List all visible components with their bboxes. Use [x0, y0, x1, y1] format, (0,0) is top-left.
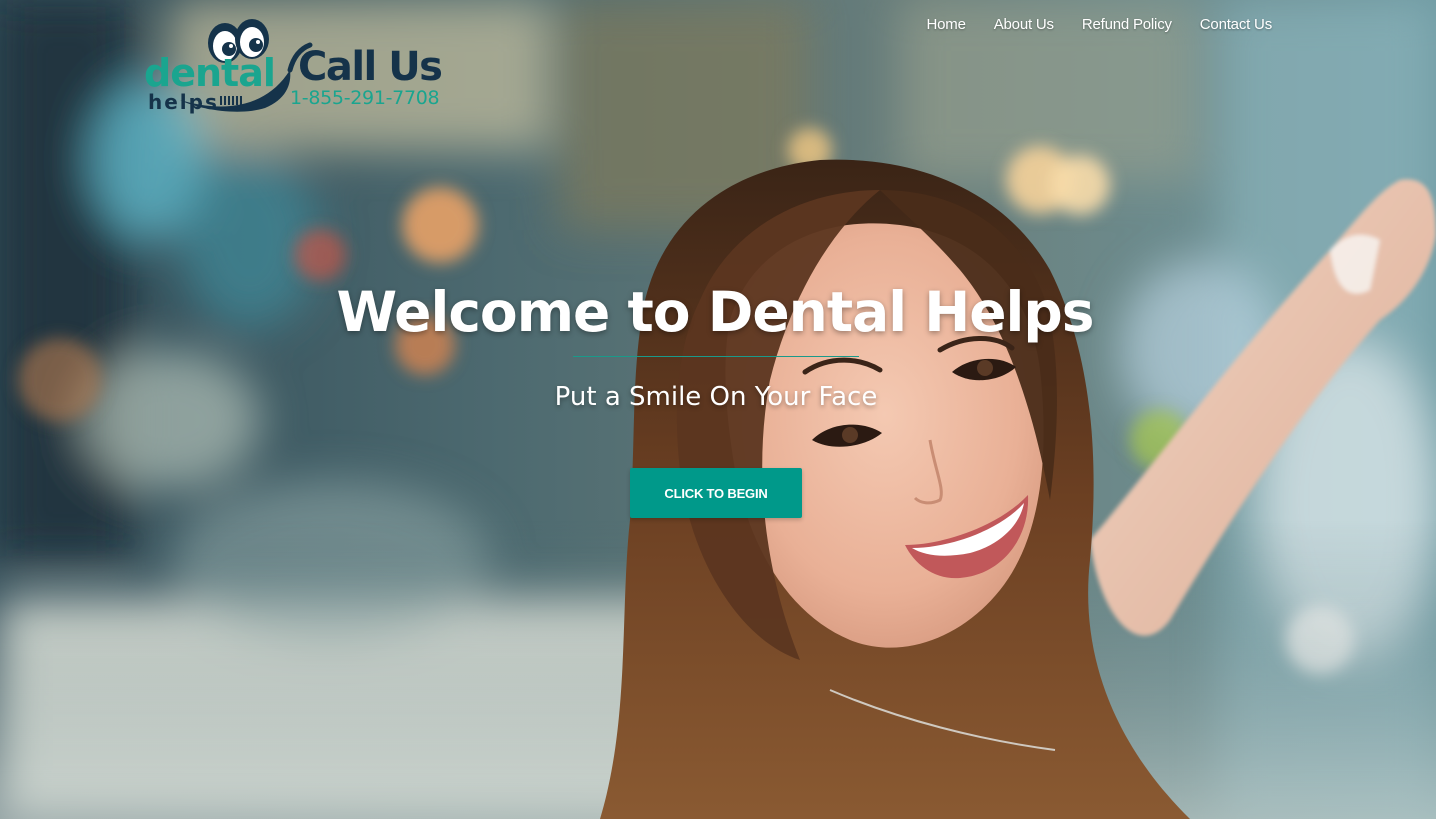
title-divider — [573, 356, 859, 357]
nav-refund-policy-link[interactable]: Refund Policy — [1082, 16, 1172, 33]
nav-contact-us-link[interactable]: Contact Us — [1200, 16, 1272, 33]
dental-helps-logo-graphic: dental helps Call Us 1-855-291-7708 — [144, 19, 443, 114]
nav-home-link[interactable]: Home — [927, 16, 966, 33]
svg-text:helps: helps — [148, 90, 219, 114]
svg-text:dental: dental — [144, 51, 275, 95]
site-logo[interactable]: dental helps Call Us 1-855-291-7708 — [140, 10, 450, 120]
hero-subtitle: Put a Smile On Your Face — [554, 382, 878, 412]
svg-text:1-855-291-7708: 1-855-291-7708 — [290, 87, 439, 109]
hero-title: Welcome to Dental Helps — [336, 280, 1094, 344]
svg-text:Call Us: Call Us — [298, 44, 441, 90]
main-nav: Home About Us Refund Policy Contact Us — [927, 16, 1273, 33]
hero-section: dental helps Call Us 1-855-291-7708 Home… — [0, 0, 1436, 819]
click-to-begin-button[interactable]: CLICK TO BEGIN — [630, 468, 802, 518]
nav-about-us-link[interactable]: About Us — [994, 16, 1054, 33]
